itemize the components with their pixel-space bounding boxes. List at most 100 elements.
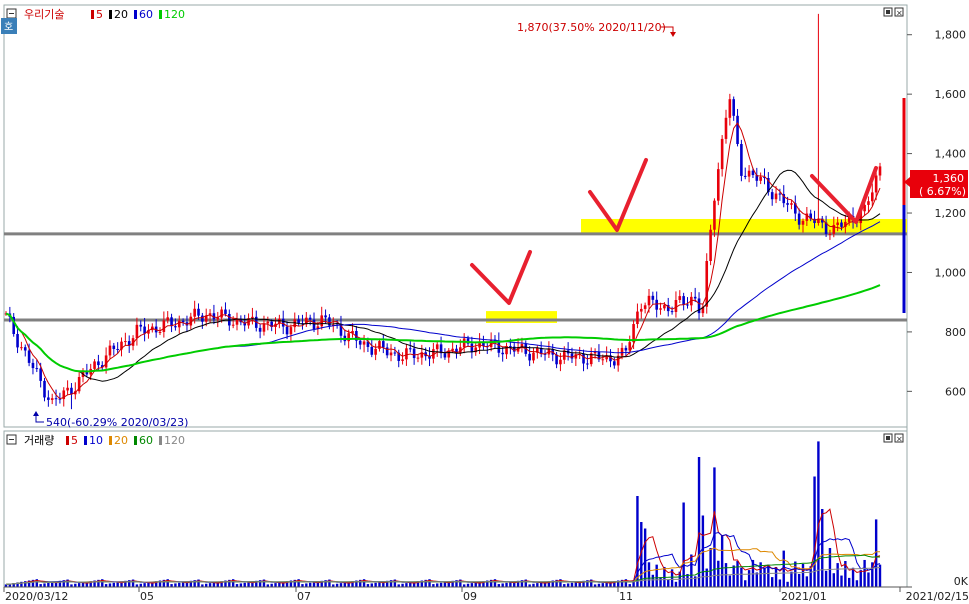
- candle-body[interactable]: [224, 309, 227, 314]
- volume-bar[interactable]: [709, 548, 712, 587]
- volume-bar[interactable]: [47, 582, 50, 587]
- candle-body[interactable]: [828, 233, 832, 235]
- candle-body[interactable]: [451, 348, 454, 351]
- candle-body[interactable]: [297, 319, 300, 324]
- candle-body[interactable]: [324, 315, 327, 318]
- candle-body[interactable]: [613, 361, 616, 366]
- volume-bar[interactable]: [790, 571, 793, 587]
- volume-bar[interactable]: [305, 583, 308, 587]
- candle-body[interactable]: [659, 308, 662, 310]
- candle-body[interactable]: [716, 169, 720, 201]
- volume-bar[interactable]: [178, 582, 181, 587]
- candle-body[interactable]: [289, 327, 293, 335]
- candle-body[interactable]: [443, 353, 447, 358]
- candle-body[interactable]: [674, 300, 678, 312]
- candle-body[interactable]: [840, 222, 843, 227]
- candle-body[interactable]: [528, 353, 531, 361]
- volume-bar[interactable]: [108, 583, 112, 587]
- candle-body[interactable]: [177, 320, 181, 328]
- candle-body[interactable]: [23, 347, 27, 351]
- candle-body[interactable]: [797, 213, 801, 225]
- candle-body[interactable]: [639, 308, 643, 312]
- candle-body[interactable]: [509, 346, 512, 348]
- candle-body[interactable]: [162, 320, 166, 332]
- volume-bar[interactable]: [747, 570, 751, 587]
- candle-body[interactable]: [16, 334, 19, 348]
- volume-bar[interactable]: [655, 564, 658, 587]
- volume-bar[interactable]: [174, 583, 177, 587]
- candle-body[interactable]: [108, 345, 112, 356]
- volume-bar[interactable]: [867, 572, 870, 587]
- stock-chart[interactable]: 1,8001,6001,4001,2001,000800600 80,000K4…: [0, 0, 969, 604]
- volume-bar[interactable]: [682, 502, 685, 588]
- candle-body[interactable]: [724, 117, 728, 139]
- candle-body[interactable]: [736, 115, 739, 145]
- volume-bar[interactable]: [674, 581, 678, 587]
- candle-body[interactable]: [601, 359, 605, 361]
- volume-bar[interactable]: [755, 572, 758, 587]
- candle-body[interactable]: [759, 176, 762, 181]
- candle-body[interactable]: [678, 296, 682, 301]
- volume-bar[interactable]: [797, 574, 801, 587]
- volume-bar[interactable]: [536, 583, 539, 587]
- candle-body[interactable]: [251, 316, 254, 319]
- candle-body[interactable]: [124, 341, 127, 343]
- candle-body[interactable]: [693, 296, 697, 299]
- candle-body[interactable]: [181, 320, 185, 323]
- candle-body[interactable]: [728, 99, 732, 118]
- candle-body[interactable]: [720, 138, 724, 170]
- candle-body[interactable]: [867, 201, 870, 205]
- volume-bar[interactable]: [77, 583, 81, 587]
- candle-body[interactable]: [112, 345, 116, 349]
- volume-bar[interactable]: [794, 561, 797, 587]
- candle-body[interactable]: [35, 368, 39, 370]
- volume-bar[interactable]: [436, 583, 439, 587]
- candle-body[interactable]: [416, 357, 420, 359]
- volume-bar[interactable]: [744, 580, 747, 587]
- candle-body[interactable]: [501, 352, 504, 355]
- volume-bar[interactable]: [647, 562, 651, 587]
- candle-body[interactable]: [39, 368, 42, 381]
- volume-bar[interactable]: [763, 567, 766, 588]
- candle-body[interactable]: [31, 362, 35, 369]
- candle-body[interactable]: [670, 311, 674, 313]
- candle-body[interactable]: [778, 193, 782, 195]
- candle-body[interactable]: [358, 340, 362, 345]
- candle-body[interactable]: [54, 398, 58, 400]
- candle-body[interactable]: [774, 193, 778, 200]
- candle-body[interactable]: [647, 295, 651, 306]
- volume-bar[interactable]: [570, 582, 574, 587]
- volume-bar[interactable]: [308, 582, 312, 587]
- candle-body[interactable]: [370, 346, 374, 355]
- candle-body[interactable]: [489, 339, 493, 348]
- candle-body[interactable]: [713, 200, 716, 230]
- candle-body[interactable]: [686, 304, 689, 306]
- volume-bar[interactable]: [667, 579, 670, 587]
- candle-body[interactable]: [320, 315, 324, 327]
- candle-body[interactable]: [770, 192, 774, 200]
- candle-body[interactable]: [405, 348, 408, 360]
- volume-bar[interactable]: [339, 583, 343, 587]
- volume-bar[interactable]: [405, 583, 408, 587]
- candle-body[interactable]: [170, 317, 173, 327]
- volume-bar[interactable]: [805, 576, 809, 587]
- volume-bar[interactable]: [239, 583, 243, 587]
- candle-body[interactable]: [532, 352, 535, 361]
- candle-body[interactable]: [285, 326, 289, 335]
- volume-bar[interactable]: [874, 519, 878, 587]
- candle-body[interactable]: [412, 348, 416, 359]
- candle-body[interactable]: [874, 175, 878, 193]
- candle-body[interactable]: [582, 354, 585, 364]
- candle-body[interactable]: [231, 324, 235, 326]
- volume-bar[interactable]: [832, 573, 835, 587]
- volume-bar[interactable]: [778, 579, 782, 587]
- candle-body[interactable]: [20, 347, 23, 349]
- candle-body[interactable]: [389, 352, 393, 356]
- volume-bar[interactable]: [821, 509, 824, 587]
- volume-bar[interactable]: [370, 583, 373, 587]
- candle-body[interactable]: [93, 361, 96, 369]
- volume-bar[interactable]: [824, 570, 828, 587]
- candle-body[interactable]: [193, 308, 196, 317]
- candle-body[interactable]: [258, 327, 262, 332]
- volume-bar[interactable]: [774, 566, 778, 587]
